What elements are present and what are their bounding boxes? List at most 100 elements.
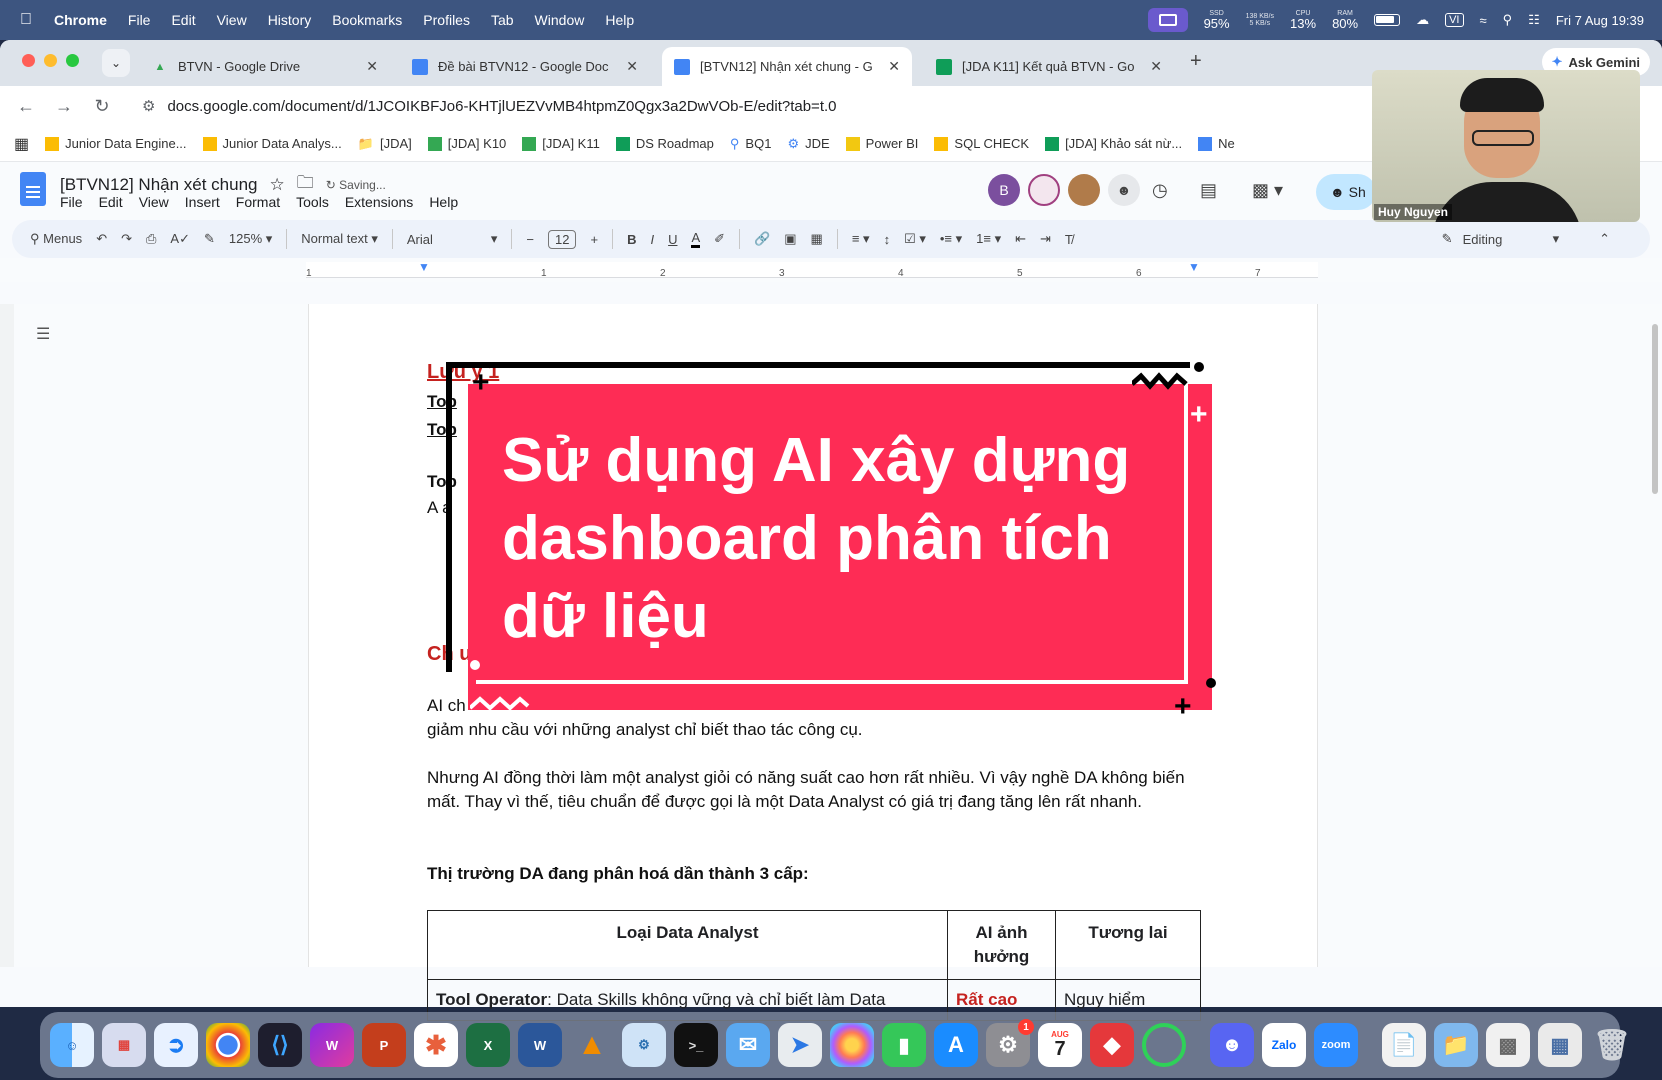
disk-utility-icon[interactable]: ⚙ [622,1023,666,1067]
font-chevron-down-icon[interactable]: ▾ [491,231,498,247]
launchpad-icon[interactable]: ▦ [102,1023,146,1067]
activity-ring-icon[interactable] [1142,1023,1186,1067]
chrome-icon[interactable] [206,1023,250,1067]
people-icon[interactable]: ☻ [1108,174,1140,206]
vertical-scrollbar[interactable] [1652,324,1658,494]
zoom-icon[interactable]: zoom [1314,1023,1358,1067]
link-icon[interactable]: 🔗 [754,231,770,247]
forward-arrow-icon[interactable]: → [54,96,74,117]
powerpoint-icon[interactable]: P [362,1023,406,1067]
site-settings-icon[interactable]: ⚙ [142,97,155,115]
chevron-up-icon[interactable]: ⌃ [1599,231,1610,247]
system-settings-icon[interactable]: ⚙ 1 [986,1019,1034,1067]
menu-window[interactable]: Window [535,12,585,28]
increase-font-size-icon[interactable]: + [590,232,598,247]
document-outline-icon[interactable]: ☰ [36,324,50,344]
downloads-stack-icon[interactable]: ▦ [1538,1023,1582,1067]
menu-help[interactable]: Help [605,12,634,28]
redo-icon[interactable]: ↷ [121,231,132,247]
menu-tab[interactable]: Tab [491,12,514,28]
font-size-input[interactable]: 12 [548,229,577,249]
folder-icon[interactable]: 📁 [1434,1023,1478,1067]
right-indent-marker-icon[interactable]: ▼ [1188,260,1200,274]
line-spacing-icon[interactable]: ↕ [884,232,891,247]
avatar[interactable]: B [988,174,1020,206]
menu-view[interactable]: View [217,12,247,28]
bold-icon[interactable]: B [627,232,636,247]
paint-format-icon[interactable]: ✎ [204,231,215,247]
insert-image-icon[interactable]: ▦ [811,231,823,247]
vertical-ruler[interactable] [0,304,14,967]
docs-menu-format[interactable]: Format [236,194,280,210]
increase-indent-icon[interactable]: ⇥ [1040,231,1051,247]
calendar-icon[interactable]: AUGAUG7 [1038,1023,1082,1067]
vlc-icon[interactable]: ▲ [570,1023,614,1067]
comments-icon[interactable]: ▤ [1200,180,1217,201]
bookmark-jda-folder[interactable]: 📁 [JDA] [358,136,412,152]
reload-icon[interactable]: ↻ [92,96,112,117]
decrease-indent-icon[interactable]: ⇤ [1015,231,1026,247]
docs-menu-insert[interactable]: Insert [185,194,220,210]
close-tab-icon[interactable]: ✕ [888,58,900,75]
bookmark-junior-data-analys[interactable]: Junior Data Analys... [202,136,342,151]
tab-de-bai-doc[interactable]: Đề bài BTVN12 - Google Doc ✕ [400,47,650,86]
spellcheck-icon[interactable]: A✓ [170,231,190,247]
wps-icon[interactable]: W [310,1023,354,1067]
bookmark-junior-data-engine[interactable]: Junior Data Engine... [45,136,187,151]
menus-search[interactable]: ⚲ Menus [30,231,82,247]
finder-icon[interactable]: ☺ [50,1023,94,1067]
apps-grid-icon[interactable]: ▦ [14,134,29,154]
discord-icon[interactable]: ☻ [1210,1023,1254,1067]
anydesk-icon[interactable]: ◆ [1090,1023,1134,1067]
checklist-icon[interactable]: ☑ ▾ [904,231,926,247]
decrease-font-size-icon[interactable]: − [526,232,534,247]
documents-stack-icon[interactable]: 📄 [1382,1023,1426,1067]
word-icon[interactable]: W [518,1023,562,1067]
control-center-icon[interactable]: ☷ [1528,12,1540,28]
print-icon[interactable]: ⎙ [146,231,156,247]
bookmark-sql-check[interactable]: SQL CHECK [934,136,1029,151]
menu-profiles[interactable]: Profiles [423,12,470,28]
meet-camera-icon[interactable]: ▩ ▾ [1252,180,1283,201]
bulleted-list-icon[interactable]: •≡ ▾ [940,231,962,247]
clock[interactable]: Fri 7 Aug 19:39 [1556,13,1644,28]
indent-marker-icon[interactable]: ▼ [418,260,430,274]
numbered-list-icon[interactable]: 1≡ ▾ [976,231,1001,247]
docs-menu-tools[interactable]: Tools [296,194,329,210]
underline-icon[interactable]: U [668,232,677,247]
claude-icon[interactable]: ✱ [414,1023,458,1067]
input-source-badge[interactable]: VI [1445,13,1464,27]
add-comment-icon[interactable]: ▣ [784,231,796,247]
apple-icon[interactable]:  [20,11,32,29]
photos-icon[interactable] [830,1023,874,1067]
docs-menu-file[interactable]: File [60,194,83,210]
cloud-icon[interactable]: ☁ [1416,12,1429,28]
mail-icon[interactable]: ✉ [726,1023,770,1067]
docs-menu-view[interactable]: View [139,194,169,210]
bookmark-jda-k11[interactable]: [JDA] K11 [522,136,600,151]
google-docs-logo-icon[interactable] [20,172,46,206]
facetime-icon[interactable]: ▮ [882,1023,926,1067]
trash-icon[interactable]: 🗑 [1590,1023,1634,1067]
new-tab-plus-icon[interactable]: + [1190,50,1202,73]
vscode-icon[interactable]: ⟨⟩ [258,1023,302,1067]
zalo-icon[interactable]: Zalo [1262,1023,1306,1067]
zoom-select[interactable]: 125% ▾ [229,231,272,247]
style-select[interactable]: Normal text ▾ [301,231,378,247]
docs-menu-edit[interactable]: Edit [99,194,123,210]
bookmark-power-bi[interactable]: Power BI [845,136,918,151]
doc-title[interactable]: [BTVN12] Nhận xét chung [60,175,258,195]
bookmark-jda-k10[interactable]: [JDA] K10 [427,136,506,151]
menu-app-chrome[interactable]: Chrome [54,12,107,28]
editing-mode-select[interactable]: ✎ Editing ▾ ⌃ [1442,231,1610,247]
app-store-icon[interactable]: A [934,1023,978,1067]
menu-edit[interactable]: Edit [171,12,195,28]
clear-formatting-icon[interactable]: T̸ [1065,232,1073,247]
font-select[interactable]: Arial [407,232,477,247]
highlight-icon[interactable]: ✐ [714,231,725,247]
avatar[interactable] [1028,174,1060,206]
bookmark-jda-khao-sat[interactable]: [JDA] Khảo sát nừ... [1045,136,1182,151]
avatar[interactable] [1068,174,1100,206]
tab-ket-qua-btvn[interactable]: [JDA K11] Kết quả BTVN - Go ✕ [924,47,1174,86]
close-tab-icon[interactable]: ✕ [626,58,638,75]
